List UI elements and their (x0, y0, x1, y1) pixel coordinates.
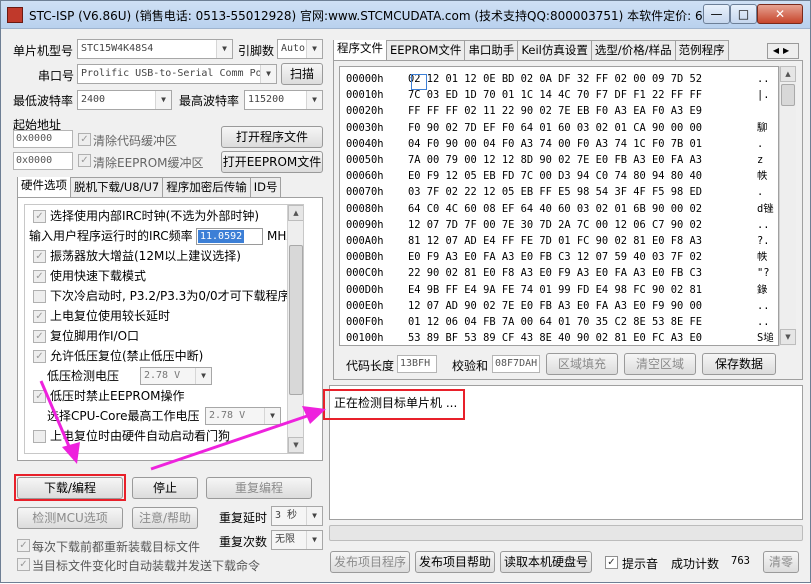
arrow-to-download (39, 380, 73, 452)
annotation-arrows (39, 380, 326, 471)
arrowhead-download-icon (62, 442, 80, 464)
main-window: STC-ISP (V6.86U) (销售电话: 0513-55012928) 官… (0, 0, 811, 583)
tab-hardware-options[interactable]: 硬件选项 (17, 177, 71, 197)
tab-program-file[interactable]: 程序文件 (333, 40, 387, 60)
arrow-to-status (150, 411, 317, 471)
